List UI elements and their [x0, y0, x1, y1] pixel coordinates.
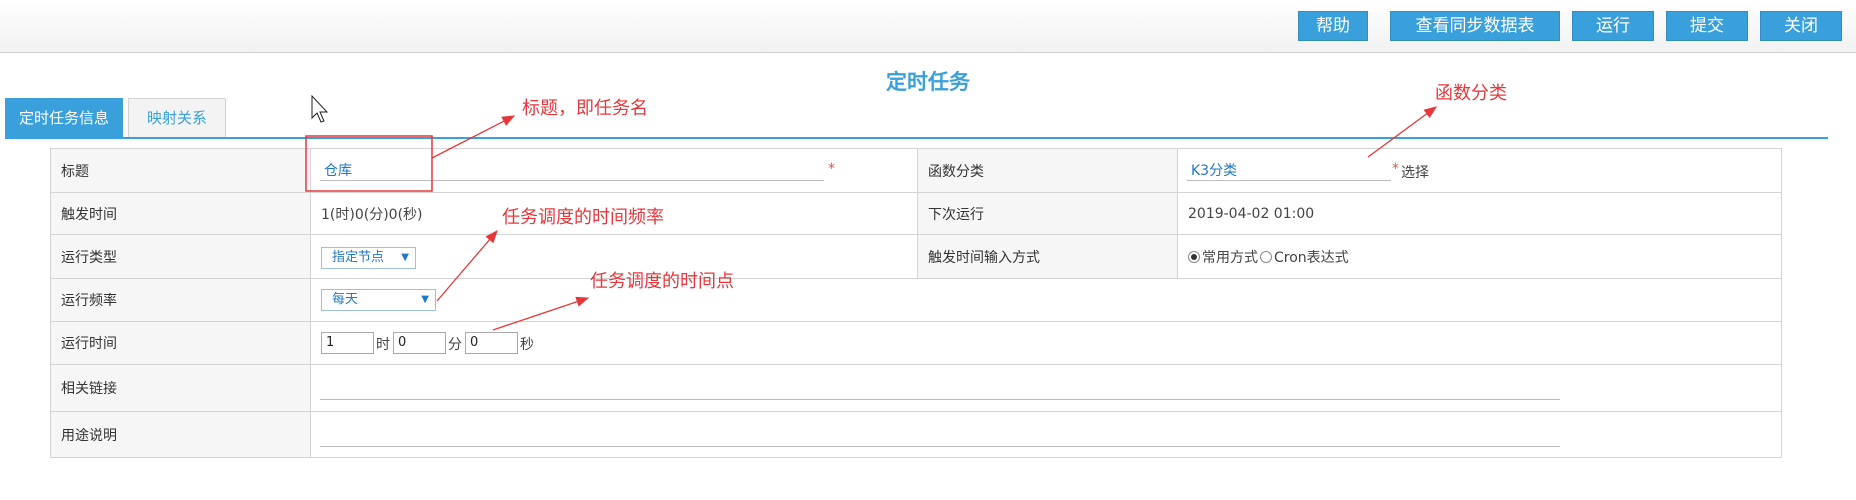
annotation-overlay [305, 94, 1438, 331]
func-arrow [1367, 106, 1438, 158]
annotation-freq-note: 任务调度的时间频率 [502, 207, 664, 228]
title-highlight-box [305, 135, 433, 192]
freq-arrow [436, 230, 498, 302]
title-arrow [431, 115, 516, 159]
time-arrow [492, 296, 590, 331]
annotation-func-note: 函数分类 [1435, 83, 1507, 104]
annotation-time-note: 任务调度的时间点 [590, 271, 734, 292]
mouse-cursor-icon [311, 94, 329, 123]
annotation-title-note: 标题，即任务名 [522, 98, 648, 119]
